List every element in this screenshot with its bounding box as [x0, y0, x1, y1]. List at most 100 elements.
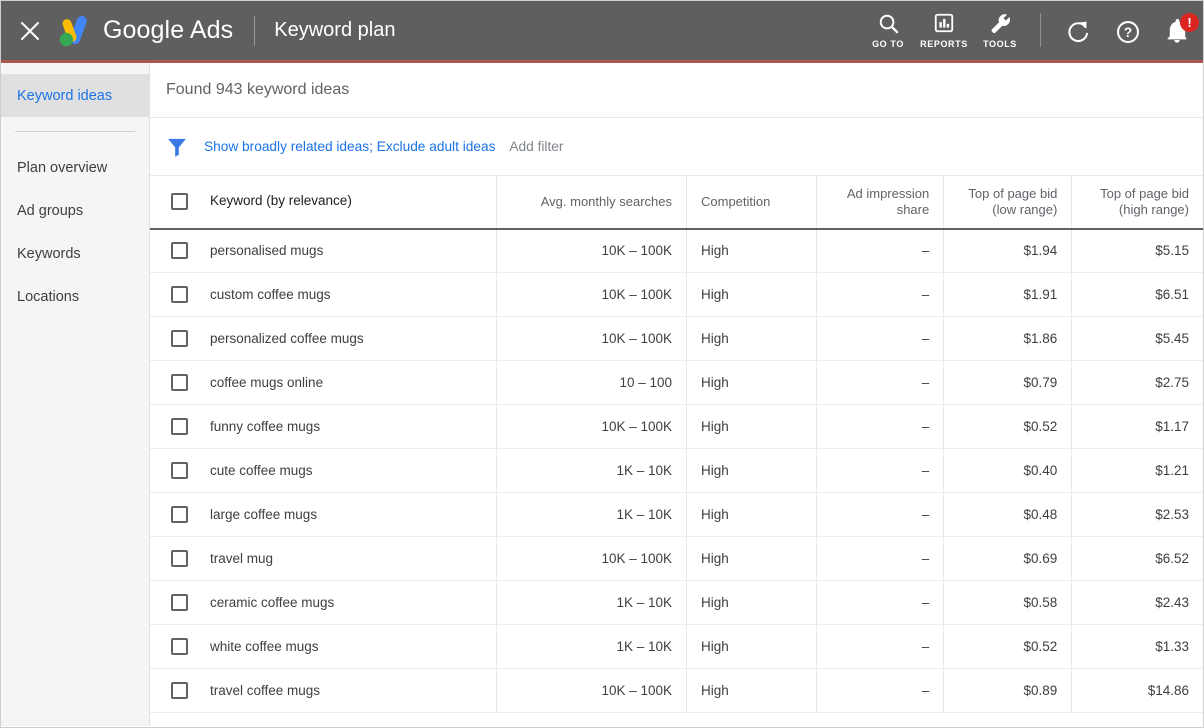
keyword-text: ceramic coffee mugs [210, 595, 334, 610]
table-row[interactable]: travel mug10K – 100KHigh–$0.69$6.52 [150, 537, 1203, 581]
sidebar-item-keyword-ideas[interactable]: Keyword ideas [1, 74, 149, 117]
filter-funnel-icon[interactable] [166, 137, 188, 157]
active-filter-link[interactable]: Show broadly related ideas; Exclude adul… [204, 139, 495, 154]
row-checkbox-cell[interactable] [150, 462, 208, 479]
table-row[interactable]: custom coffee mugs10K – 100KHigh–$1.91$6… [150, 273, 1203, 317]
row-checkbox-cell[interactable] [150, 242, 208, 259]
cell-keyword: white coffee mugs [150, 625, 496, 669]
page-title: Keyword plan [274, 19, 395, 42]
cell-keyword: ceramic coffee mugs [150, 581, 496, 625]
column-header-label-line2: (low range) [992, 202, 1057, 217]
notifications-button[interactable]: ! [1153, 10, 1203, 54]
sidebar-item-plan-overview[interactable]: Plan overview [1, 146, 149, 189]
row-checkbox[interactable] [171, 638, 188, 655]
close-button[interactable] [13, 14, 47, 48]
row-checkbox[interactable] [171, 462, 188, 479]
row-checkbox[interactable] [171, 374, 188, 391]
close-icon [19, 20, 41, 42]
column-header-competition[interactable]: Competition [687, 176, 817, 229]
sidebar-item-label: Ad groups [17, 203, 83, 219]
cell-top-of-page-bid-low: $0.40 [944, 449, 1072, 493]
column-header-top-of-page-bid-high[interactable]: Top of page bid (high range) [1072, 176, 1203, 229]
cell-competition: High [687, 273, 817, 317]
row-checkbox-cell[interactable] [150, 594, 208, 611]
cell-ad-impression-share: – [817, 581, 944, 625]
cell-avg-monthly-searches: 10 – 100 [496, 361, 686, 405]
row-checkbox-cell[interactable] [150, 638, 208, 655]
row-checkbox[interactable] [171, 550, 188, 567]
go-to-button[interactable]: GO TO [860, 10, 916, 49]
table-row[interactable]: travel coffee mugs10K – 100KHigh–$0.89$1… [150, 669, 1203, 713]
help-button[interactable]: ? [1103, 10, 1153, 54]
table-row[interactable]: funny coffee mugs10K – 100KHigh–$0.52$1.… [150, 405, 1203, 449]
cell-top-of-page-bid-high: $5.45 [1072, 317, 1203, 361]
row-checkbox-cell[interactable] [150, 506, 208, 523]
table-row[interactable]: white coffee mugs1K – 10KHigh–$0.52$1.33 [150, 625, 1203, 669]
row-checkbox[interactable] [171, 594, 188, 611]
cell-top-of-page-bid-low: $0.69 [944, 537, 1072, 581]
cell-top-of-page-bid-high: $14.86 [1072, 669, 1203, 713]
cell-ad-impression-share: – [817, 493, 944, 537]
refresh-button[interactable] [1053, 10, 1103, 54]
cell-competition: High [687, 229, 817, 273]
sidebar-item-label: Locations [17, 289, 79, 305]
top-app-bar: Google Ads Keyword plan GO TO [1, 1, 1203, 63]
sidebar-item-ad-groups[interactable]: Ad groups [1, 189, 149, 232]
row-checkbox-cell[interactable] [150, 550, 208, 567]
body-container: Keyword ideas Plan overview Ad groups Ke… [1, 63, 1203, 726]
cell-keyword: personalised mugs [150, 229, 496, 273]
table-row[interactable]: coffee mugs online10 – 100High–$0.79$2.7… [150, 361, 1203, 405]
cell-top-of-page-bid-high: $2.43 [1072, 581, 1203, 625]
table-row[interactable]: ceramic coffee mugs1K – 10KHigh–$0.58$2.… [150, 581, 1203, 625]
row-checkbox-cell[interactable] [150, 374, 208, 391]
row-checkbox[interactable] [171, 286, 188, 303]
tools-button[interactable]: TOOLS [972, 10, 1028, 49]
cell-competition: High [687, 625, 817, 669]
cell-competition: High [687, 537, 817, 581]
cell-avg-monthly-searches: 10K – 100K [496, 229, 686, 273]
table-row[interactable]: large coffee mugs1K – 10KHigh–$0.48$2.53 [150, 493, 1203, 537]
cell-competition: High [687, 449, 817, 493]
brand-logo-link[interactable]: Google Ads [55, 14, 233, 48]
select-all-checkbox[interactable] [171, 193, 188, 210]
row-checkbox-cell[interactable] [150, 418, 208, 435]
row-checkbox[interactable] [171, 682, 188, 699]
column-header-keyword[interactable]: Keyword (by relevance) [150, 176, 496, 229]
cell-top-of-page-bid-low: $0.89 [944, 669, 1072, 713]
row-checkbox[interactable] [171, 506, 188, 523]
column-header-top-of-page-bid-low[interactable]: Top of page bid (low range) [944, 176, 1072, 229]
cell-avg-monthly-searches: 10K – 100K [496, 537, 686, 581]
cell-avg-monthly-searches: 1K – 10K [496, 449, 686, 493]
cell-ad-impression-share: – [817, 669, 944, 713]
row-checkbox-cell[interactable] [150, 286, 208, 303]
cell-top-of-page-bid-high: $1.21 [1072, 449, 1203, 493]
sidebar-item-label: Plan overview [17, 160, 107, 176]
results-count-text: Found 943 keyword ideas [166, 81, 349, 99]
cell-avg-monthly-searches: 10K – 100K [496, 669, 686, 713]
table-row[interactable]: cute coffee mugs1K – 10KHigh–$0.40$1.21 [150, 449, 1203, 493]
row-checkbox-cell[interactable] [150, 330, 208, 347]
main-content: Found 943 keyword ideas Show broadly rel… [150, 63, 1203, 726]
add-filter-button[interactable]: Add filter [509, 139, 563, 154]
reports-button[interactable]: REPORTS [916, 10, 972, 49]
table-head: Keyword (by relevance) Avg. monthly sear… [150, 176, 1203, 229]
select-all-checkbox-cell[interactable] [150, 193, 208, 210]
row-checkbox-cell[interactable] [150, 682, 208, 699]
cell-top-of-page-bid-low: $1.91 [944, 273, 1072, 317]
column-header-avg-monthly-searches[interactable]: Avg. monthly searches [496, 176, 686, 229]
sidebar-item-keywords[interactable]: Keywords [1, 232, 149, 275]
cell-keyword: custom coffee mugs [150, 273, 496, 317]
column-header-label: Competition [701, 194, 770, 209]
cell-competition: High [687, 669, 817, 713]
table-row[interactable]: personalised mugs10K – 100KHigh–$1.94$5.… [150, 229, 1203, 273]
table-body: personalised mugs10K – 100KHigh–$1.94$5.… [150, 229, 1203, 713]
row-checkbox[interactable] [171, 330, 188, 347]
table-row[interactable]: personalized coffee mugs10K – 100KHigh–$… [150, 317, 1203, 361]
cell-avg-monthly-searches: 1K – 10K [496, 581, 686, 625]
row-checkbox[interactable] [171, 418, 188, 435]
column-header-ad-impression-share[interactable]: Ad impression share [817, 176, 944, 229]
row-checkbox[interactable] [171, 242, 188, 259]
cell-keyword: travel coffee mugs [150, 669, 496, 713]
cell-keyword: cute coffee mugs [150, 449, 496, 493]
sidebar-item-locations[interactable]: Locations [1, 275, 149, 318]
